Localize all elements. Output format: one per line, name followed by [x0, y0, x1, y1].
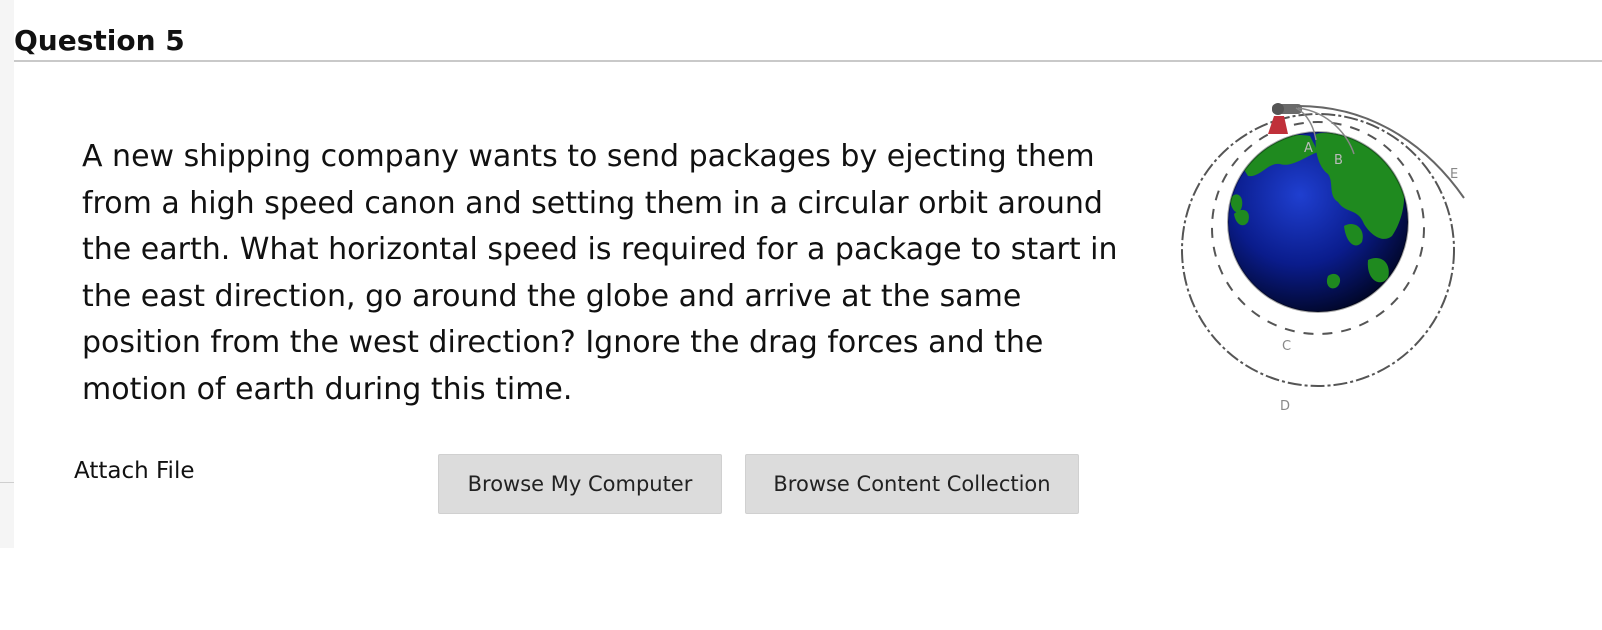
label-a: A [1304, 141, 1313, 156]
question-header: Question 5 [14, 0, 1602, 62]
browse-content-collection-button[interactable]: Browse Content Collection [745, 454, 1079, 514]
browse-my-computer-button[interactable]: Browse My Computer [438, 454, 722, 514]
question-text: A new shipping company wants to send pac… [82, 139, 1118, 407]
label-d: D [1280, 399, 1290, 414]
left-rail [0, 0, 14, 548]
left-rail-divider [0, 482, 14, 483]
label-c: C [1282, 339, 1291, 354]
attach-file-label: Attach File [74, 458, 195, 484]
page: Question 5 A new shipping company wants … [0, 0, 1602, 630]
question-title: Question 5 [14, 24, 185, 57]
orbit-diagram: A B C D E [1181, 103, 1465, 414]
label-b: B [1334, 153, 1343, 168]
label-e: E [1450, 167, 1458, 182]
earth-globe [1227, 131, 1409, 313]
header-divider [14, 60, 1602, 62]
